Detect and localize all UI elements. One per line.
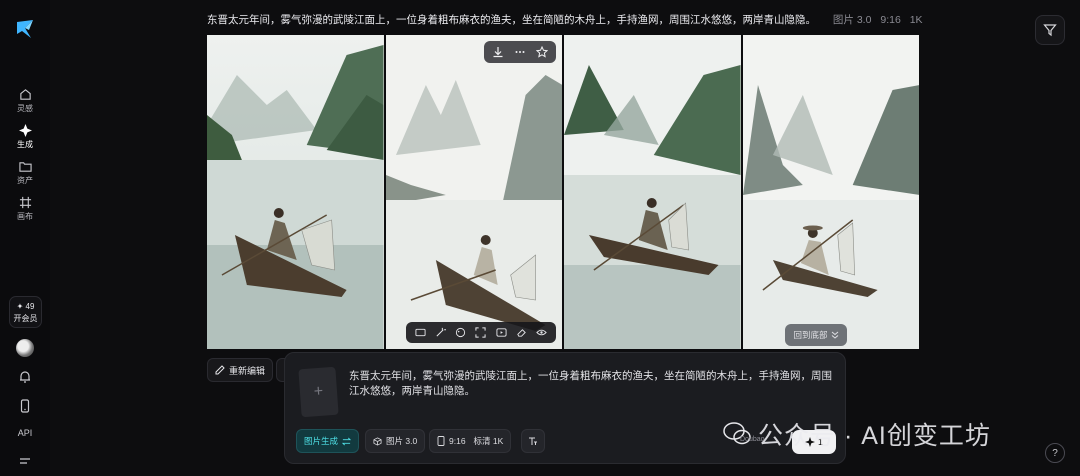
back-to-bottom-label: 回到底部 — [793, 330, 828, 340]
expand-canvas-button[interactable] — [473, 325, 489, 341]
text-format-icon — [529, 437, 537, 445]
expand-icon — [475, 327, 487, 338]
fisherman-scene-image — [385, 35, 562, 349]
membership-button[interactable]: ✦ 49 开会员 — [9, 296, 42, 328]
hd-icon — [415, 328, 426, 337]
back-to-bottom-button[interactable]: 回到底部 — [785, 324, 847, 346]
magic-wand-icon — [436, 327, 446, 337]
eye-icon — [536, 329, 548, 336]
ratio-label: 9:16 — [449, 436, 466, 446]
double-chevron-down-icon — [831, 331, 838, 339]
api-link[interactable]: API — [0, 428, 50, 438]
sidebar-item-label: 生成 — [17, 140, 33, 149]
app-logo-icon[interactable] — [15, 18, 35, 40]
result-model: 图片 3.0 — [832, 14, 872, 26]
result-prompt-text: 东晋太元年间，雾气弥漫的武陵江面上，一位身着粗布麻衣的渔夫，坐在简陋的木舟上，手… — [207, 14, 816, 26]
mode-label: 图片生成 — [304, 436, 339, 446]
fisherman-scene-image — [207, 35, 384, 349]
watermark: 公众号 · AI创变工坊 Doubao — [722, 416, 991, 452]
phone-ratio-icon — [437, 436, 445, 446]
membership-label: 开会员 — [13, 314, 38, 323]
sidebar: 灵感 生成 资产 画布 ✦ 49 开会员 API — [0, 0, 50, 476]
menu-icon[interactable] — [17, 453, 33, 469]
star-icon — [536, 46, 548, 58]
home-icon — [19, 89, 31, 100]
result-meta: 图片 3.0 9:16 1K — [827, 14, 923, 26]
sparkle-icon — [18, 124, 32, 137]
ratio-quality-selector[interactable]: 9:16 标清 1K — [429, 429, 512, 453]
generated-image-1[interactable] — [207, 35, 384, 349]
video-button[interactable] — [493, 325, 509, 341]
canvas-grid-icon — [19, 196, 31, 209]
hd-upscale-button[interactable] — [412, 325, 428, 341]
model-label: 图片 3.0 — [386, 436, 418, 446]
prompt-input[interactable]: 东晋太元年间，雾气弥漫的武陵江面上，一位身着粗布麻衣的渔夫，坐在简陋的木舟上，手… — [349, 369, 839, 399]
result-prompt-header: 东晋太元年间，雾气弥漫的武陵江面上，一位身着粗布麻衣的渔夫，坐在简陋的木舟上，手… — [207, 12, 923, 27]
swap-icon — [342, 437, 352, 445]
result-quality: 1K — [909, 14, 923, 26]
model-selector[interactable]: 图片 3.0 — [365, 429, 426, 453]
palette-icon — [456, 327, 466, 338]
upload-reference-button[interactable]: + — [298, 366, 339, 418]
favorite-button[interactable] — [533, 43, 551, 61]
generated-image-grid — [207, 35, 919, 349]
play-icon — [496, 328, 507, 337]
fisherman-scene-image — [564, 35, 741, 349]
generated-image-2[interactable] — [385, 35, 562, 349]
generated-image-3[interactable] — [564, 35, 741, 349]
image-action-toolbar — [484, 41, 556, 63]
mobile-device-icon[interactable] — [17, 398, 33, 414]
sidebar-item-assets[interactable]: 资产 — [0, 160, 50, 186]
text-style-button[interactable] — [521, 429, 545, 453]
folder-icon — [18, 162, 32, 172]
wechat-logo-icon — [723, 422, 751, 445]
reedit-label: 重新编辑 — [228, 365, 265, 376]
edit-icon — [215, 365, 225, 375]
help-button[interactable]: ? — [1045, 443, 1065, 463]
sidebar-item-canvas[interactable]: 画布 — [0, 196, 50, 222]
help-icon: ? — [1052, 447, 1058, 459]
result-ratio: 9:16 — [880, 14, 901, 26]
eraser-icon — [517, 329, 526, 337]
filter-button[interactable] — [1035, 15, 1065, 45]
fisherman-scene-image — [742, 35, 919, 349]
cube-icon — [373, 436, 382, 446]
download-button[interactable] — [489, 43, 507, 61]
repaint-button[interactable] — [453, 325, 469, 341]
sidebar-item-inspiration[interactable]: 灵感 — [0, 88, 50, 114]
eraser-button[interactable] — [514, 325, 530, 341]
more-horizontal-icon — [515, 51, 525, 53]
magic-edit-button[interactable] — [432, 325, 448, 341]
reedit-button[interactable]: 重新编辑 — [207, 358, 273, 382]
quality-label: 标清 1K — [473, 436, 504, 446]
avatar[interactable] — [16, 339, 34, 357]
watermark-sub: Doubao — [740, 436, 765, 443]
watermark-text: 公众号 · AI创变工坊 — [758, 422, 991, 450]
filter-icon — [1043, 24, 1057, 37]
sidebar-item-generate[interactable]: 生成 — [0, 124, 50, 150]
membership-points: ✦ 49 — [16, 302, 35, 311]
generated-image-4[interactable] — [742, 35, 919, 349]
image-edit-toolbar — [406, 322, 556, 343]
sidebar-item-label: 资产 — [17, 176, 33, 185]
download-icon — [493, 47, 503, 58]
more-options-button[interactable] — [511, 43, 529, 61]
plus-icon: + — [313, 382, 324, 401]
sidebar-item-label: 灵感 — [17, 104, 33, 113]
bell-icon[interactable] — [17, 369, 33, 385]
sidebar-item-label: 画布 — [17, 212, 33, 221]
view-button[interactable] — [534, 325, 550, 341]
mode-selector[interactable]: 图片生成 — [296, 429, 360, 453]
